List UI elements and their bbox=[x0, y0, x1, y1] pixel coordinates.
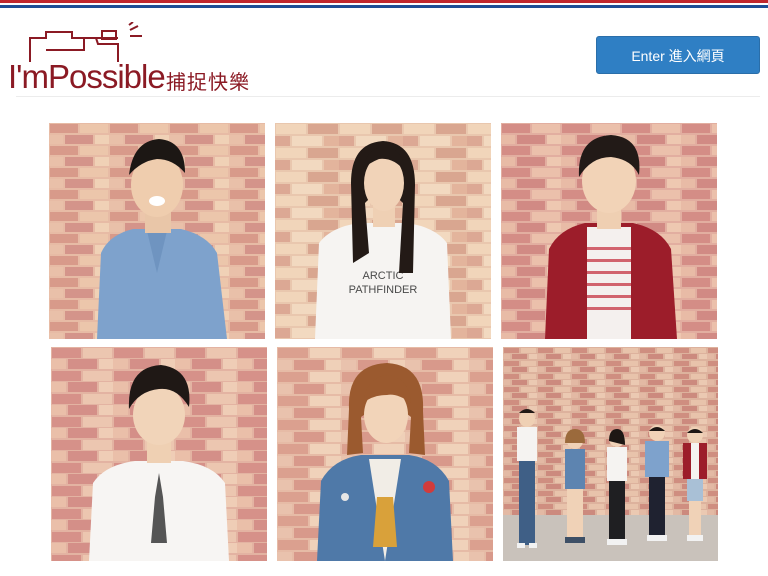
shirt-text-line-2: PATHFINDER bbox=[349, 284, 418, 296]
brand-logo[interactable]: I'mPossible 捕捉快樂 bbox=[8, 22, 258, 97]
enter-website-button[interactable]: Enter 進入網頁 bbox=[596, 36, 760, 74]
photo-woman-white-tshirt[interactable]: ARCTIC PATHFINDER bbox=[275, 123, 491, 339]
photo-image bbox=[49, 123, 265, 339]
brand-name: I'mPossible bbox=[8, 58, 166, 95]
brand-slogan: 捕捉快樂 bbox=[166, 70, 250, 94]
photo-man-blue-shirt[interactable] bbox=[49, 123, 265, 339]
photo-image: ARCTIC PATHFINDER bbox=[275, 123, 491, 339]
photo-man-white-tshirt[interactable] bbox=[51, 347, 267, 561]
header-divider bbox=[16, 96, 760, 97]
photo-image bbox=[277, 347, 493, 561]
photo-group-of-five[interactable] bbox=[503, 347, 718, 561]
site-header: I'mPossible 捕捉快樂 Enter 進入網頁 bbox=[0, 8, 768, 96]
photo-image bbox=[503, 347, 718, 561]
photo-woman-denim-jacket[interactable] bbox=[277, 347, 493, 561]
photo-man-red-cardigan[interactable] bbox=[501, 123, 717, 339]
shirt-text-line-1: ARCTIC bbox=[363, 270, 404, 282]
photo-image bbox=[51, 347, 267, 561]
photo-image bbox=[501, 123, 717, 339]
